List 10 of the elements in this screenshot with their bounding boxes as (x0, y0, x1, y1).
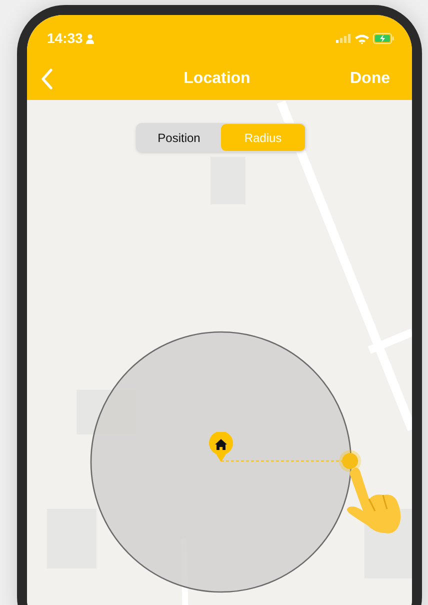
screen-title: Location (182, 69, 252, 89)
done-button[interactable]: Done (350, 67, 390, 91)
segment-tab[interactable]: Radius (221, 124, 305, 151)
back-chevron-icon (41, 68, 53, 90)
signal-icon (336, 34, 351, 43)
wifi-icon (355, 34, 369, 44)
person-icon (86, 34, 94, 44)
status-time: 14:33 (47, 29, 83, 48)
home-pin-icon (208, 432, 234, 462)
battery-charging-icon (373, 33, 394, 44)
